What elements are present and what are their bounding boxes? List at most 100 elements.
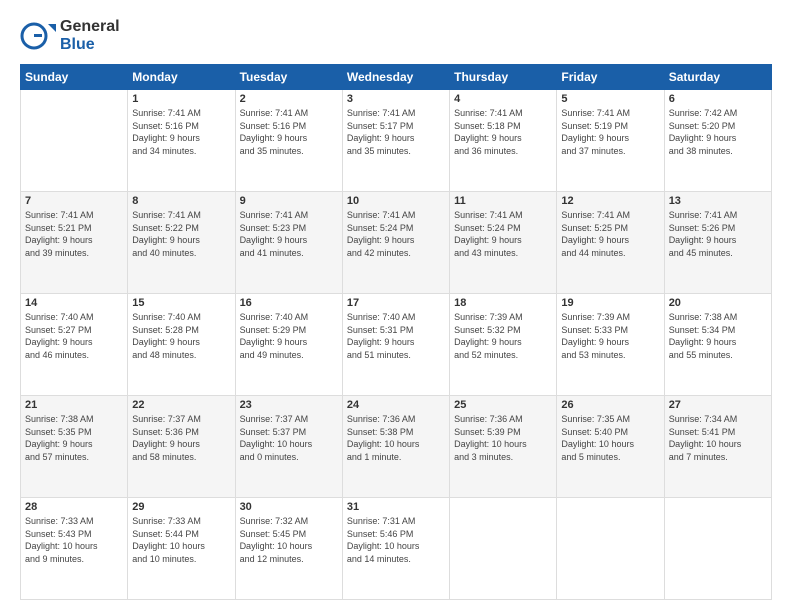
day-number: 27 — [669, 399, 767, 411]
day-number: 4 — [454, 93, 552, 105]
day-info: Sunrise: 7:40 AM Sunset: 5:27 PM Dayligh… — [25, 311, 123, 361]
calendar-cell: 2 Sunrise: 7:41 AM Sunset: 5:16 PM Daylig… — [235, 90, 342, 192]
week-row-1: 1 Sunrise: 7:41 AM Sunset: 5:16 PM Daylig… — [21, 90, 772, 192]
col-header-friday: Friday — [557, 65, 664, 90]
day-number: 15 — [132, 297, 230, 309]
calendar-cell: 30 Sunrise: 7:32 AM Sunset: 5:45 PM Dayli… — [235, 498, 342, 600]
day-number: 3 — [347, 93, 445, 105]
calendar-cell: 7 Sunrise: 7:41 AM Sunset: 5:21 PM Daylig… — [21, 192, 128, 294]
calendar-cell: 29 Sunrise: 7:33 AM Sunset: 5:44 PM Dayli… — [128, 498, 235, 600]
calendar-cell: 26 Sunrise: 7:35 AM Sunset: 5:40 PM Dayli… — [557, 396, 664, 498]
calendar-cell: 23 Sunrise: 7:37 AM Sunset: 5:37 PM Dayli… — [235, 396, 342, 498]
day-number: 16 — [240, 297, 338, 309]
calendar-cell: 1 Sunrise: 7:41 AM Sunset: 5:16 PM Daylig… — [128, 90, 235, 192]
day-info: Sunrise: 7:40 AM Sunset: 5:28 PM Dayligh… — [132, 311, 230, 361]
day-info: Sunrise: 7:40 AM Sunset: 5:31 PM Dayligh… — [347, 311, 445, 361]
day-number: 29 — [132, 501, 230, 513]
day-info: Sunrise: 7:34 AM Sunset: 5:41 PM Dayligh… — [669, 413, 767, 463]
calendar-cell: 22Sunrise: 7:37 AM Sunset: 5:36 PM Dayli… — [128, 396, 235, 498]
calendar-cell: 9 Sunrise: 7:41 AM Sunset: 5:23 PM Daylig… — [235, 192, 342, 294]
col-header-sunday: Sunday — [21, 65, 128, 90]
day-info: Sunrise: 7:41 AM Sunset: 5:23 PM Dayligh… — [240, 209, 338, 259]
col-header-thursday: Thursday — [450, 65, 557, 90]
day-number: 7 — [25, 195, 123, 207]
day-number: 17 — [347, 297, 445, 309]
day-number: 1 — [132, 93, 230, 105]
day-number: 11 — [454, 195, 552, 207]
calendar-cell — [21, 90, 128, 192]
day-number: 13 — [669, 195, 767, 207]
day-info: Sunrise: 7:32 AM Sunset: 5:45 PM Dayligh… — [240, 515, 338, 565]
col-header-wednesday: Wednesday — [342, 65, 449, 90]
logo: GeneralBlue — [20, 18, 120, 54]
day-number: 5 — [561, 93, 659, 105]
day-number: 20 — [669, 297, 767, 309]
col-header-saturday: Saturday — [664, 65, 771, 90]
day-info: Sunrise: 7:42 AM Sunset: 5:20 PM Dayligh… — [669, 107, 767, 157]
day-number: 2 — [240, 93, 338, 105]
day-info: Sunrise: 7:41 AM Sunset: 5:18 PM Dayligh… — [454, 107, 552, 157]
week-row-2: 7 Sunrise: 7:41 AM Sunset: 5:21 PM Daylig… — [21, 192, 772, 294]
day-number: 26 — [561, 399, 659, 411]
day-number: 19 — [561, 297, 659, 309]
calendar-cell: 8 Sunrise: 7:41 AM Sunset: 5:22 PM Daylig… — [128, 192, 235, 294]
day-number: 14 — [25, 297, 123, 309]
day-number: 25 — [454, 399, 552, 411]
day-info: Sunrise: 7:41 AM Sunset: 5:22 PM Dayligh… — [132, 209, 230, 259]
day-number: 23 — [240, 399, 338, 411]
logo-blue-text: Blue — [60, 36, 120, 54]
calendar-cell: 16 Sunrise: 7:40 AM Sunset: 5:29 PM Dayli… — [235, 294, 342, 396]
calendar-cell: 31Sunrise: 7:31 AM Sunset: 5:46 PM Dayli… — [342, 498, 449, 600]
calendar: SundayMondayTuesdayWednesdayThursdayFrid… — [20, 64, 772, 600]
day-info: Sunrise: 7:41 AM Sunset: 5:24 PM Dayligh… — [347, 209, 445, 259]
day-number: 10 — [347, 195, 445, 207]
calendar-cell: 10 Sunrise: 7:41 AM Sunset: 5:24 PM Dayli… — [342, 192, 449, 294]
day-info: Sunrise: 7:41 AM Sunset: 5:17 PM Dayligh… — [347, 107, 445, 157]
calendar-cell: 15 Sunrise: 7:40 AM Sunset: 5:28 PM Dayli… — [128, 294, 235, 396]
logo-general-text: General — [60, 18, 120, 36]
day-number: 31 — [347, 501, 445, 513]
day-info: Sunrise: 7:38 AM Sunset: 5:35 PM Dayligh… — [25, 413, 123, 463]
day-info: Sunrise: 7:41 AM Sunset: 5:16 PM Dayligh… — [240, 107, 338, 157]
calendar-header-row: SundayMondayTuesdayWednesdayThursdayFrid… — [21, 65, 772, 90]
day-info: Sunrise: 7:41 AM Sunset: 5:21 PM Dayligh… — [25, 209, 123, 259]
day-info: Sunrise: 7:36 AM Sunset: 5:39 PM Dayligh… — [454, 413, 552, 463]
day-info: Sunrise: 7:36 AM Sunset: 5:38 PM Dayligh… — [347, 413, 445, 463]
day-number: 21 — [25, 399, 123, 411]
day-number: 28 — [25, 501, 123, 513]
calendar-cell — [450, 498, 557, 600]
day-info: Sunrise: 7:41 AM Sunset: 5:26 PM Dayligh… — [669, 209, 767, 259]
day-info: Sunrise: 7:40 AM Sunset: 5:29 PM Dayligh… — [240, 311, 338, 361]
calendar-cell: 25 Sunrise: 7:36 AM Sunset: 5:39 PM Dayli… — [450, 396, 557, 498]
calendar-cell: 3 Sunrise: 7:41 AM Sunset: 5:17 PM Daylig… — [342, 90, 449, 192]
calendar-cell: 17 Sunrise: 7:40 AM Sunset: 5:31 PM Dayli… — [342, 294, 449, 396]
day-info: Sunrise: 7:35 AM Sunset: 5:40 PM Dayligh… — [561, 413, 659, 463]
week-row-4: 21 Sunrise: 7:38 AM Sunset: 5:35 PM Dayli… — [21, 396, 772, 498]
day-info: Sunrise: 7:37 AM Sunset: 5:36 PM Dayligh… — [132, 413, 230, 463]
col-header-monday: Monday — [128, 65, 235, 90]
logo-text: GeneralBlue — [60, 18, 120, 53]
day-info: Sunrise: 7:37 AM Sunset: 5:37 PM Dayligh… — [240, 413, 338, 463]
day-number: 30 — [240, 501, 338, 513]
calendar-cell: 13 Sunrise: 7:41 AM Sunset: 5:26 PM Dayli… — [664, 192, 771, 294]
day-info: Sunrise: 7:41 AM Sunset: 5:24 PM Dayligh… — [454, 209, 552, 259]
calendar-cell: 11 Sunrise: 7:41 AM Sunset: 5:24 PM Dayli… — [450, 192, 557, 294]
day-number: 9 — [240, 195, 338, 207]
calendar-cell: 20 Sunrise: 7:38 AM Sunset: 5:34 PM Dayli… — [664, 294, 771, 396]
calendar-cell: 19Sunrise: 7:39 AM Sunset: 5:33 PM Dayli… — [557, 294, 664, 396]
header: GeneralBlue — [20, 18, 772, 54]
calendar-cell: 21 Sunrise: 7:38 AM Sunset: 5:35 PM Dayli… — [21, 396, 128, 498]
day-info: Sunrise: 7:41 AM Sunset: 5:16 PM Dayligh… — [132, 107, 230, 157]
calendar-cell: 12Sunrise: 7:41 AM Sunset: 5:25 PM Dayli… — [557, 192, 664, 294]
day-info: Sunrise: 7:33 AM Sunset: 5:44 PM Dayligh… — [132, 515, 230, 565]
day-info: Sunrise: 7:38 AM Sunset: 5:34 PM Dayligh… — [669, 311, 767, 361]
logo-icon — [20, 18, 56, 54]
week-row-3: 14 Sunrise: 7:40 AM Sunset: 5:27 PM Dayli… — [21, 294, 772, 396]
calendar-cell: 14 Sunrise: 7:40 AM Sunset: 5:27 PM Dayli… — [21, 294, 128, 396]
calendar-cell: 18Sunrise: 7:39 AM Sunset: 5:32 PM Dayli… — [450, 294, 557, 396]
day-number: 6 — [669, 93, 767, 105]
week-row-5: 28Sunrise: 7:33 AM Sunset: 5:43 PM Dayli… — [21, 498, 772, 600]
day-number: 24 — [347, 399, 445, 411]
day-number: 8 — [132, 195, 230, 207]
day-number: 18 — [454, 297, 552, 309]
